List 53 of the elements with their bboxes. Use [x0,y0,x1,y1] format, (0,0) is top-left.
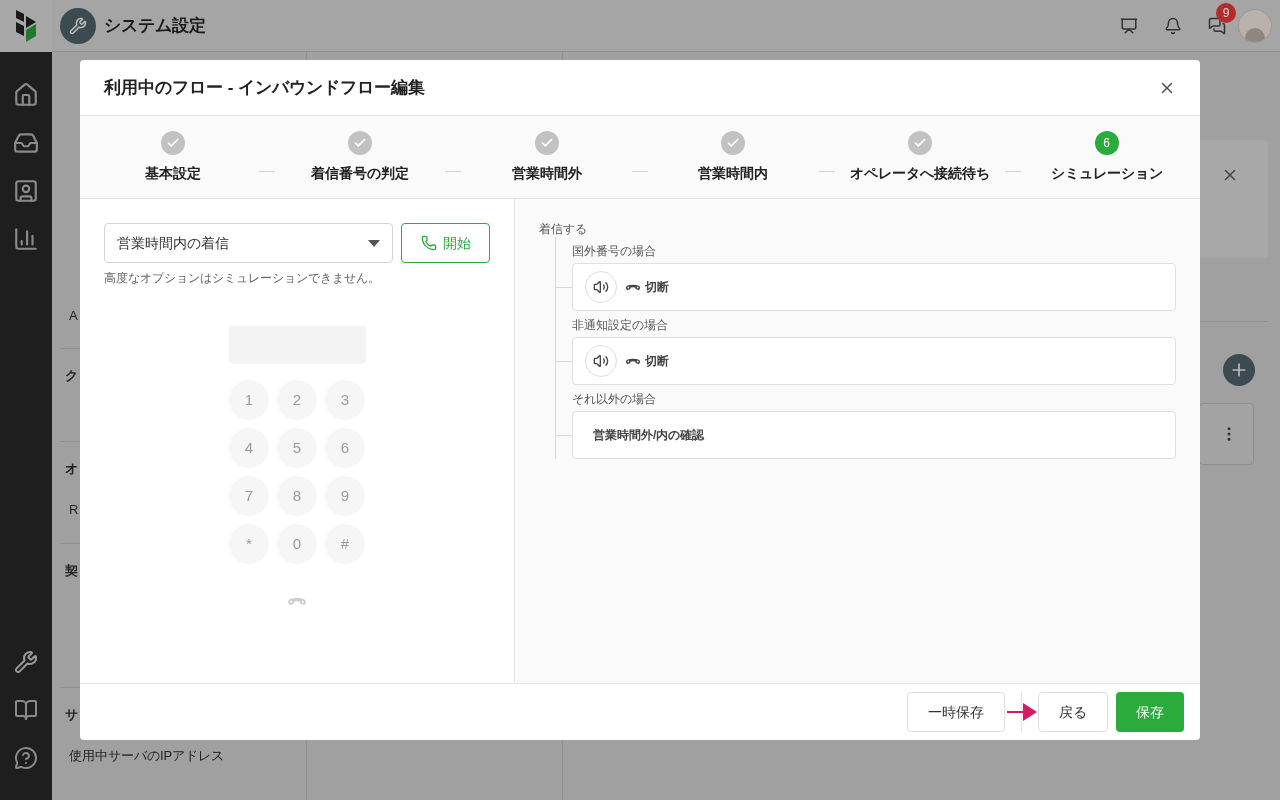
step-number: 6 [1094,131,1119,155]
action-label: 切断 [645,353,669,370]
phone-icon [420,235,437,251]
branch-condition: それ以外の場合 [572,391,657,407]
branch-condition: 非通知設定の場合 [572,317,669,333]
step-label[interactable]: 営業時間外 [511,163,582,184]
flow-node[interactable]: 切断 [572,337,1176,385]
wrench-icon[interactable] [14,650,38,674]
menu-item[interactable]: A [69,308,78,324]
action-label: 切断 [645,279,669,296]
inbox-icon[interactable] [13,130,39,156]
help-icon[interactable] [14,746,38,770]
step-label[interactable]: 基本設定 [145,163,202,184]
flow-root: 着信する [539,221,588,237]
hang-up-icon [625,283,641,291]
flow-node[interactable]: 営業時間外/内の確認 [572,411,1176,459]
caret-icon [368,239,381,247]
menu-heading: ク [65,368,78,384]
branch-condition: 国外番号の場合 [572,243,657,259]
book-icon[interactable] [14,698,38,722]
modal-title: 利用中のフロー - インバウンドフロー編集 [104,76,426,99]
contact-icon[interactable] [13,178,39,204]
menu-item[interactable]: R [69,502,79,518]
bell-icon[interactable] [1164,16,1182,35]
logo-icon [14,8,38,44]
secondary-button[interactable]: 戻る [1038,692,1108,732]
page-title: システム設定 [104,14,206,37]
note-text: 高度なオプションはシミュレーションできません。 [104,270,381,287]
scenario-select[interactable]: 営業時間内の着信 [104,223,394,263]
menu-heading: オ [65,461,78,477]
board-icon[interactable] [1120,16,1138,35]
start-button[interactable]: 開始 [401,223,490,263]
step-label[interactable]: シミュレーション [1050,163,1163,184]
speaker-icon [593,353,609,369]
add-button[interactable] [1223,354,1255,386]
notification-badge: 9 [1216,2,1236,23]
menu-heading: 契 [65,563,78,579]
step-label[interactable]: 着信番号の判定 [311,163,409,184]
step-node-label: 営業時間外/内の確認 [593,427,705,444]
flow-node[interactable]: 切断 [572,263,1176,311]
hang-up-icon [287,596,307,606]
speaker-icon [593,279,609,295]
home-icon[interactable] [13,82,39,108]
hang-up-icon [625,357,641,365]
menu-heading: サ [65,707,78,723]
chat-icon[interactable] [1208,16,1226,35]
wrench-icon [69,16,87,35]
secondary-button[interactable]: 一時保存 [907,692,1005,732]
step-label[interactable]: 営業時間内 [698,163,769,184]
annotation-arrow [1007,702,1037,722]
step-label[interactable]: オペレータへ接続待ち [850,163,990,184]
menu-item[interactable]: 使用中サーバのIPアドレス [69,748,225,764]
chart-icon[interactable] [13,226,39,252]
